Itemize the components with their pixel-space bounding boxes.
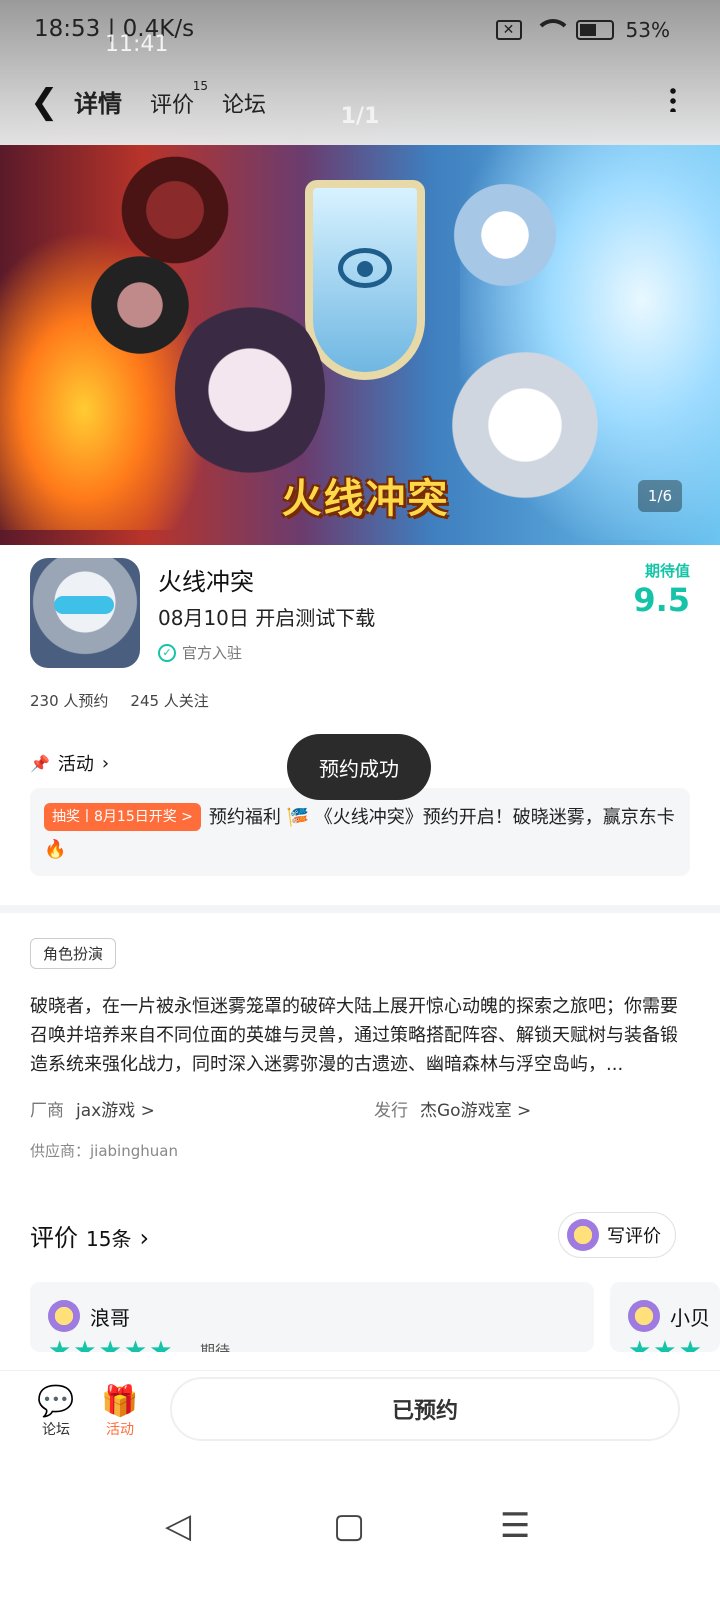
write-review-label: 写评价 xyxy=(607,1226,661,1247)
top-nav: ❮ 详情 评价 15 论坛 xyxy=(0,76,720,126)
check-icon: ✓ xyxy=(158,643,176,662)
activity-section-link[interactable]: 📌 活动 › xyxy=(30,750,109,776)
battery-icon xyxy=(575,20,614,40)
tab-reviews-count: 15 xyxy=(192,79,209,93)
forum-label: 论坛 xyxy=(42,1422,70,1438)
game-description[interactable]: 破晓者，在一片被永恒迷雾笼罩的破碎大陆上展开惊心动魄的探索之旅吧；你需要召唤并培… xyxy=(30,992,690,1079)
game-logo: 火线冲突 xyxy=(281,476,450,522)
status-ghost-time: 11:41 xyxy=(105,32,169,57)
genre-tag[interactable]: 角色扮演 xyxy=(30,938,117,969)
release-date: 08月10日 开启测试下载 xyxy=(158,606,376,630)
developer-label: 厂商 xyxy=(30,1101,64,1121)
developer-info[interactable]: 厂商 jax游戏 > xyxy=(30,1096,155,1121)
official-badge: ✓ 官方入驻 xyxy=(158,642,242,663)
star-rating: ★★★★★ xyxy=(48,1336,175,1352)
pin-icon: 📌 xyxy=(30,753,50,773)
avatar xyxy=(48,1300,80,1332)
chevron-right-icon: › xyxy=(139,1224,150,1252)
hero-white-swordsman xyxy=(440,340,610,510)
chevron-right-icon: › xyxy=(101,752,110,774)
developer-value: jax游戏 > xyxy=(76,1101,155,1121)
expectation-label: 期待值 xyxy=(644,562,690,580)
battery-percent: 53% xyxy=(625,18,670,42)
banner-page-counter: 1/6 xyxy=(638,480,682,512)
more-menu-icon[interactable] xyxy=(670,86,676,112)
hero-red-girl xyxy=(175,300,325,480)
system-nav-bar: ◁ ▢ ☰ xyxy=(0,1480,720,1600)
lottery-badge[interactable]: 抽奖丨8月15日开奖 > xyxy=(44,803,201,831)
hero-ice-knight xyxy=(450,180,560,290)
reviewer-name: 浪哥 xyxy=(90,1306,130,1330)
gift-icon: 🎁 xyxy=(101,1384,139,1419)
activity-label: 活动 xyxy=(57,754,94,775)
back-nav-icon[interactable]: ◁ xyxy=(165,1506,191,1546)
write-review-button[interactable]: 写评价 xyxy=(558,1212,676,1258)
publisher-label: 发行 xyxy=(374,1101,408,1121)
chat-icon: 💬 xyxy=(37,1384,75,1419)
reservation-toast: 预约成功 xyxy=(287,734,431,800)
follow-count: 245 人关注 xyxy=(130,692,209,710)
reserved-button[interactable]: 已预约 xyxy=(170,1377,680,1441)
bottom-action-bar: 💬 论坛 🎁 活动 已预约 xyxy=(0,1370,720,1480)
star-rating: ★★★ xyxy=(628,1336,704,1352)
reviews-count: 15条 xyxy=(86,1227,132,1251)
stats-row: 230 人预约 245 人关注 xyxy=(30,690,209,711)
avatar xyxy=(567,1219,599,1251)
activity-card[interactable]: 抽奖丨8月15日开奖 > 预约福利 🎏 《火线冲突》预约开启！破晓迷雾，赢京东卡 … xyxy=(30,788,690,876)
review-card[interactable]: 小贝 ★★★ xyxy=(610,1282,720,1352)
app-icon xyxy=(30,558,140,668)
publisher-info[interactable]: 发行 杰Go游戏室 > xyxy=(374,1096,531,1121)
activity-button[interactable]: 🎁 活动 xyxy=(90,1385,150,1439)
home-nav-icon[interactable]: ▢ xyxy=(333,1506,365,1546)
eye-shield xyxy=(305,180,425,380)
reviewer-name: 小贝 xyxy=(670,1306,710,1330)
forum-button[interactable]: 💬 论坛 xyxy=(26,1385,86,1439)
supplier-info: 供应商：jiabinghuan xyxy=(30,1142,178,1160)
app-header: 火线冲突 08月10日 开启测试下载 ✓ 官方入驻 期待值 9.5 xyxy=(30,558,690,678)
tab-forum[interactable]: 论坛 xyxy=(222,87,266,119)
app-name: 火线冲突 xyxy=(158,568,254,596)
wifi-icon xyxy=(533,19,572,41)
tab-details[interactable]: 详情 xyxy=(72,84,124,119)
reviews-title: 评价 xyxy=(30,1224,78,1252)
official-label: 官方入驻 xyxy=(182,644,243,662)
expectation-score: 期待值 9.5 xyxy=(633,560,690,619)
tab-reviews-label: 评价 xyxy=(150,93,195,118)
hero-pirate xyxy=(90,250,190,360)
tab-reviews[interactable]: 评价 15 xyxy=(150,79,208,119)
review-tag: 期待 xyxy=(200,1342,231,1352)
status-bar: 18:53 | 0.4K/s 11:41 ✕ 53% xyxy=(0,0,720,62)
recents-nav-icon[interactable]: ☰ xyxy=(500,1506,530,1546)
sim-off-icon: ✕ xyxy=(495,20,522,40)
review-card[interactable]: 浪哥 ★★★★★ 期待 xyxy=(30,1282,594,1352)
activity-label: 活动 xyxy=(106,1422,134,1438)
reviews-header[interactable]: 评价 15条 › xyxy=(30,1218,149,1253)
reservation-count: 230 人预约 xyxy=(30,692,109,710)
publisher-value: 杰Go游戏室 > xyxy=(420,1101,532,1121)
back-icon[interactable]: ❮ xyxy=(30,82,59,122)
section-divider xyxy=(0,905,720,913)
expectation-value: 9.5 xyxy=(633,581,690,619)
avatar xyxy=(628,1300,660,1332)
